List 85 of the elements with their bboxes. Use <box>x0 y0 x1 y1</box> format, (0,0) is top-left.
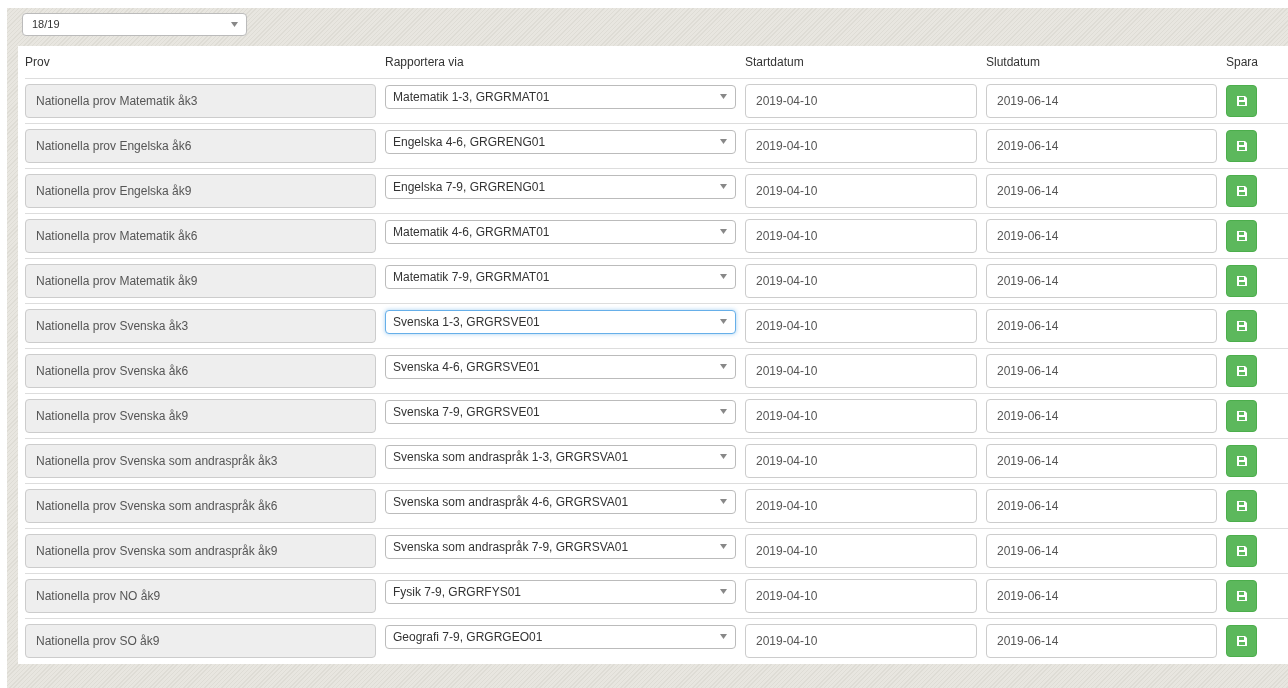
caret-icon <box>720 454 727 459</box>
start-date-field[interactable]: 2019-04-10 <box>745 489 977 523</box>
save-button[interactable] <box>1226 580 1257 612</box>
end-date-field[interactable]: 2019-06-14 <box>986 534 1217 568</box>
caret-icon <box>720 274 727 279</box>
report-via-dropdown[interactable]: Svenska 4-6, GRGRSVE01 <box>385 354 736 379</box>
caret-icon <box>720 589 727 594</box>
end-date-field[interactable]: 2019-06-14 <box>986 174 1217 208</box>
end-date-field[interactable]: 2019-06-14 <box>986 399 1217 433</box>
exam-name-field: Nationella prov Svenska som andraspråk åk3 <box>25 444 376 478</box>
report-via-dropdown[interactable]: Svenska som andraspråk 7-9, GRGRSVA01 <box>385 534 736 559</box>
exam-name-field: Nationella prov Matematik åk3 <box>25 84 376 118</box>
report-via-dropdown[interactable]: Svenska som andraspråk 1-3, GRGRSVA01 <box>385 444 736 469</box>
column-header: Startdatum <box>745 55 804 69</box>
caret-icon <box>720 499 727 504</box>
start-date-field[interactable]: 2019-04-10 <box>745 579 977 613</box>
end-date-field[interactable]: 2019-06-14 <box>986 444 1217 478</box>
start-date-field[interactable]: 2019-04-10 <box>745 624 977 658</box>
start-date-field[interactable]: 2019-04-10 <box>745 219 977 253</box>
column-header: Slutdatum <box>986 55 1041 69</box>
exam-name-field: Nationella prov Matematik åk9 <box>25 264 376 298</box>
save-button[interactable] <box>1226 535 1257 567</box>
exam-name-field: Nationella prov NO åk9 <box>25 579 376 613</box>
report-via-dropdown[interactable]: Engelska 4-6, GRGRENG01 <box>385 129 736 154</box>
exam-name-field: Nationella prov SO åk9 <box>25 624 376 658</box>
end-date-field[interactable]: 2019-06-14 <box>986 579 1217 613</box>
end-date-field[interactable]: 2019-06-14 <box>986 264 1217 298</box>
caret-icon <box>720 319 727 324</box>
year-dropdown[interactable]: 18/19 <box>22 13 247 36</box>
exam-name-field: Nationella prov Engelska åk6 <box>25 129 376 163</box>
exam-name-field: Nationella prov Svenska som andraspråk åk9 <box>25 534 376 568</box>
caret-icon <box>720 139 727 144</box>
exam-name-field: Nationella prov Svenska åk9 <box>25 399 376 433</box>
start-date-field[interactable]: 2019-04-10 <box>745 84 977 118</box>
start-date-field[interactable]: 2019-04-10 <box>745 264 977 298</box>
exam-name-field: Nationella prov Svenska som andraspråk åk6 <box>25 489 376 523</box>
caret-icon <box>720 364 727 369</box>
end-date-field[interactable]: 2019-06-14 <box>986 219 1217 253</box>
save-button[interactable] <box>1226 490 1257 522</box>
start-date-field[interactable]: 2019-04-10 <box>745 354 977 388</box>
report-via-dropdown[interactable]: Svenska 7-9, GRGRSVE01 <box>385 399 736 424</box>
end-date-field[interactable]: 2019-06-14 <box>986 84 1217 118</box>
exam-name-field: Nationella prov Svenska åk6 <box>25 354 376 388</box>
start-date-field[interactable]: 2019-04-10 <box>745 444 977 478</box>
caret-icon <box>720 229 727 234</box>
save-button[interactable] <box>1226 175 1257 207</box>
save-button[interactable] <box>1226 265 1257 297</box>
save-button[interactable] <box>1226 310 1257 342</box>
report-via-dropdown[interactable]: Fysik 7-9, GRGRFYS01 <box>385 579 736 604</box>
exam-name-field: Nationella prov Engelska åk9 <box>25 174 376 208</box>
column-header: Rapportera via <box>385 55 464 69</box>
save-button[interactable] <box>1226 130 1257 162</box>
caret-icon <box>720 634 727 639</box>
caret-icon <box>720 409 727 414</box>
start-date-field[interactable]: 2019-04-10 <box>745 174 977 208</box>
caret-icon <box>231 22 238 27</box>
report-via-dropdown[interactable]: Svenska 1-3, GRGRSVE01 <box>385 309 736 334</box>
report-via-dropdown[interactable]: Geografi 7-9, GRGRGEO01 <box>385 624 736 649</box>
start-date-field[interactable]: 2019-04-10 <box>745 534 977 568</box>
exam-name-field: Nationella prov Svenska åk3 <box>25 309 376 343</box>
caret-icon <box>720 94 727 99</box>
start-date-field[interactable]: 2019-04-10 <box>745 399 977 433</box>
caret-icon <box>720 184 727 189</box>
save-button[interactable] <box>1226 85 1257 117</box>
end-date-field[interactable]: 2019-06-14 <box>986 309 1217 343</box>
report-via-dropdown[interactable]: Engelska 7-9, GRGRENG01 <box>385 174 736 199</box>
column-header: Prov <box>25 55 50 69</box>
start-date-field[interactable]: 2019-04-10 <box>745 129 977 163</box>
end-date-field[interactable]: 2019-06-14 <box>986 129 1217 163</box>
report-via-dropdown[interactable]: Matematik 4-6, GRGRMAT01 <box>385 219 736 244</box>
end-date-field[interactable]: 2019-06-14 <box>986 354 1217 388</box>
caret-icon <box>720 544 727 549</box>
exam-name-field: Nationella prov Matematik åk6 <box>25 219 376 253</box>
end-date-field[interactable]: 2019-06-14 <box>986 489 1217 523</box>
save-button[interactable] <box>1226 355 1257 387</box>
report-via-dropdown[interactable]: Svenska som andraspråk 4-6, GRGRSVA01 <box>385 489 736 514</box>
save-button[interactable] <box>1226 400 1257 432</box>
column-header: Spara <box>1226 55 1259 69</box>
save-button[interactable] <box>1226 445 1257 477</box>
report-via-dropdown[interactable]: Matematik 1-3, GRGRMAT01 <box>385 84 736 109</box>
save-button[interactable] <box>1226 220 1257 252</box>
start-date-field[interactable]: 2019-04-10 <box>745 309 977 343</box>
save-button[interactable] <box>1226 625 1257 657</box>
report-via-dropdown[interactable]: Matematik 7-9, GRGRMAT01 <box>385 264 736 289</box>
end-date-field[interactable]: 2019-06-14 <box>986 624 1217 658</box>
